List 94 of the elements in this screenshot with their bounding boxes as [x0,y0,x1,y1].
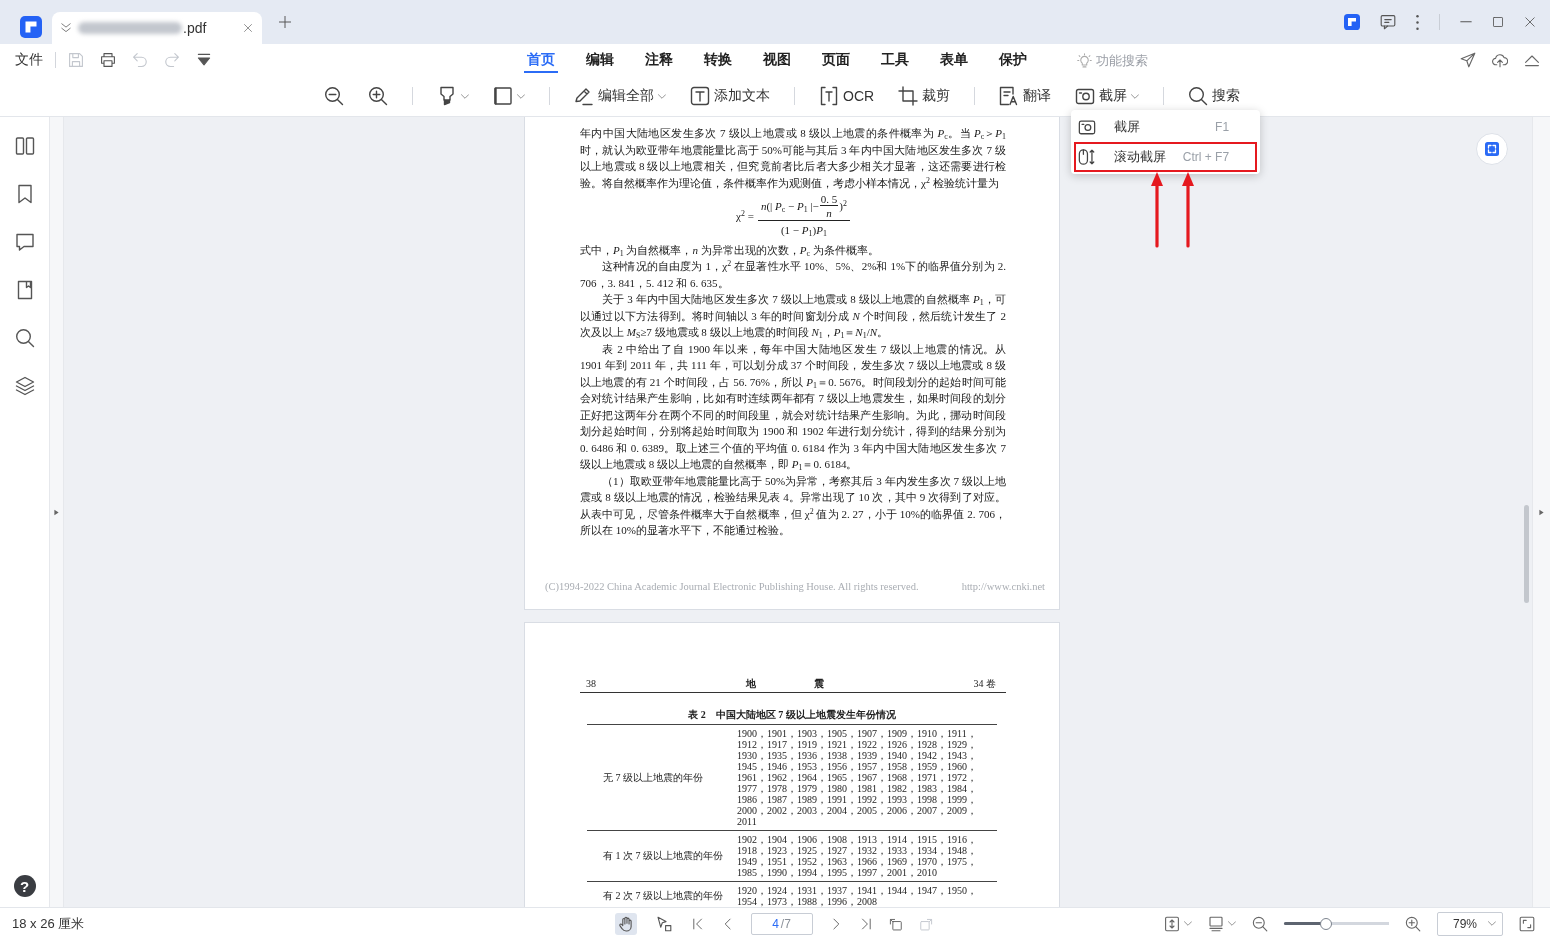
zoom-level-field[interactable]: 79% [1437,911,1503,936]
camera-icon [1078,118,1097,136]
paragraph-text: 表 2 中给出了自 1900 年以来，每年中国大陆地区发生 7 级以上地震的情况。从 1901 年到 2011 年，共 111 年，可以划分成 37 个时间段，发生多次 7 级以上地震或 8 级以上地震的有 21 个时间段，占 56. 76%，所以 P$_{1}$＝0. 5676。时间段划分的起始时间可能会对统计结果产生影响，比如有时连续两年都有 7 级以上地震发生，如果时间段的划分正好把这两年分在两个不同的时间段里，就会对统计结果产生影响。为此，挪动时间段划分起始时间，分别将起始时间取为 1900 和 1902 年进行划分统计，得到的结果分别为 0. 6486 和 0. 6389。取上述三个值的平均值 0. 6184 作为 3 年内中国大陆地区发生多次 7 级以上地震或 8 级以上地震的自然概率，即 P$_{1}$＝0. 6184。 [580,341,1006,473]
add-text-button[interactable]: 添加文本 [690,82,770,110]
printer-icon[interactable] [100,52,116,68]
camera-icon [1075,86,1096,106]
zoom-slider-thumb[interactable] [1320,917,1332,930]
menu-item[interactable]: 滚动截屏 Ctrl + F7 [1074,142,1258,172]
rotate-left-icon[interactable] [888,916,903,931]
cloud-upload-icon[interactable] [1492,52,1508,68]
menu-item[interactable]: 截屏 F1 [1074,112,1258,142]
file-tab[interactable]: .pdf [52,12,262,44]
search-button[interactable]: 搜索 [1188,82,1241,110]
paragraph-text: 关于 3 年内中国大陆地区发生多次 7 级以上地震或 8 级以上地震的自然概率 P$_{1}$，可以通过以下方法得到。将时间轴以 3 年的时间窗划分成 N 个时间段，然后统计发生了 2 次及以上 M$_{S}$≥7 级地震或 8 级以上地震的时间段 N$_{1}$，P$_{1}$＝N$_{1}$/N。 [580,292,1006,341]
hand-tool-button[interactable] [614,912,637,935]
menu-tab[interactable]: 视图 [760,47,794,73]
translate-button[interactable]: 翻译 [999,82,1052,110]
menu-tab[interactable]: 保护 [996,47,1030,73]
rectangle-icon [493,86,513,106]
comment-icon[interactable] [14,232,35,252]
zoom-out-icon[interactable] [324,86,344,106]
maximize-icon[interactable] [1492,16,1504,28]
search-icon[interactable] [14,328,35,348]
zoom-out-icon[interactable] [1252,915,1268,932]
chat-bubble-icon[interactable] [1380,14,1396,30]
paragraph-text: 式中，P$_{1}$ 为自然概率，n 为异常出现的次数，P$_{c}$ 为条件概率。 [580,242,880,258]
table-cell-text: 1902，1904，1906，1908，1913，1914，1915，1916，1918，1923，1925，1927，1932，1933，1934，1948，1949，1951，1952，1963，1966，1969，1970，1975，1985，1990，1994，1995，1997，2001，2010 [737,834,978,878]
expand-triangle-icon[interactable] [54,508,59,516]
zoom-in-icon[interactable] [368,86,388,106]
menu-tab[interactable]: 转换 [701,47,735,73]
more-options-icon[interactable] [1416,14,1419,30]
table-cell-text: 1920，1924，1931，1937，1941，1944，1947，1950，1954，1973，1988，1996，2008 [737,885,978,907]
paragraph-text: （1）取欧亚带年地震能量比高于 50%为异常，考察其后 3 年内发生多次 7 级以上地震或 8 级以上地震的情况，检验结果见表 4。异常出现了 10 次，其中 9 次得到了对应。从表中可见，尽管条件概率大于自然概率，但 χ$^{2}$ 值为 2. 27，小于 10%的临界值 2. 706，所以在 10%的显著水平下，不能通过检验。 [580,473,1006,538]
page-size-label: 18 x 26 厘米 [12,914,85,933]
table-cell-text: 1900，1901，1903，1905，1907，1909，1910，1911，1912，1917，1919，1921，1922，1926，1928，1929，1930，1935，1936，1938，1939，1940，1942，1943，1945，1946，1953，1956，1957，1958，1959，1960，1961，1962，1964，1965，1967，1968，1971，1972，1977，1978，1979，1980，1981，1982，1983，1984，1986，1987，1989，1991，1992，1993，1998，1999，2000，2002，2003，2004，2005，2006，2007，2009，2011 [737,728,978,827]
ocr-button[interactable]: OCR [819,82,875,110]
expand-triangle-icon[interactable] [1539,508,1544,516]
translate-icon [999,86,1020,106]
help-button[interactable]: ? [13,875,36,897]
volume-label: 34 卷 [973,678,996,690]
file-menu[interactable]: 文件 [15,51,43,69]
page-layout-icon [1208,915,1224,932]
page-number: 38 [586,678,596,690]
thumbnails-icon[interactable] [14,136,35,156]
paper-plane-icon[interactable] [1460,52,1476,68]
fit-page-icon [1164,915,1180,932]
dropdown-triangle-icon[interactable] [196,52,212,68]
fit-page-dropdown[interactable] [1164,915,1192,932]
table-row-label: 有 2 次 7 级以上地震的年份 [602,889,724,903]
menu-tab[interactable]: 表单 [937,47,971,73]
feature-search-field[interactable]: 功能搜索 [1077,52,1160,68]
table-row-label: 有 1 次 7 级以上地震的年份 [602,849,724,863]
pen-icon [574,86,594,106]
menu-tab[interactable]: 工具 [878,47,912,73]
close-icon[interactable] [243,23,253,33]
mouse-scroll-icon [1078,148,1097,166]
footer-url: http://www.cnki.net [961,581,1045,592]
app-logo-icon [20,16,42,38]
edit-all-button[interactable]: 编辑全部 [574,82,666,110]
screenshot-button[interactable]: 截屏 [1075,82,1140,110]
crop-button[interactable]: 裁剪 [898,82,951,110]
app-logo-icon[interactable] [1344,14,1360,30]
hand-icon [617,915,634,932]
crop-icon [898,86,919,106]
zoom-in-icon[interactable] [1405,915,1421,932]
page-number-field[interactable]: 4 /7 [750,912,813,935]
menu-tab[interactable]: 编辑 [583,47,617,73]
page-layout-dropdown[interactable] [1208,915,1236,932]
double-chevron-icon[interactable] [60,22,72,34]
highlighter-icon [437,86,457,106]
menu-tab[interactable]: 注释 [642,47,676,73]
close-icon[interactable] [1524,16,1536,28]
caret-icon [1184,921,1192,926]
lightbulb-icon [1077,52,1092,68]
table-caption: 表 2 中国大陆地区 7 级以上地震发生年份情况 [688,709,896,721]
menu-tab[interactable]: 页面 [819,47,853,73]
table-row-label: 无 7 级以上地震的年份 [602,770,704,785]
caret-icon [1488,921,1496,926]
caret-icon [1228,921,1236,926]
layers-icon[interactable] [14,376,35,396]
chevron-bar-left-icon[interactable] [690,916,705,931]
search-icon [1188,86,1209,106]
text-scan-icon [819,86,839,106]
paragraph-text: 年内中国大陆地区发生多次 7 级以上地震或 8 级以上地震的条件概率为 P$_{c}$。当 P$_{c}$＞P$_{1}$ 时，就认为欧亚带年地震能量比高于 50%可能与其后 3 年内中国大陆地区发生多次 7 级以上地震或 8 级以上地震相关，但究竟前者比后者大多少相关才显著，这还需要进行检验。将自然概率作为理论值，条件概率作为观测值，考虑小样本情况，χ$^{2}$ 检验统计量为 [580,126,1006,191]
fullscreen-icon[interactable] [1519,915,1535,932]
scrollbar-thumb[interactable] [1523,505,1529,603]
pointer-icon [655,915,672,932]
minimize-icon[interactable] [1460,21,1472,23]
paragraph-text: 这种情况的自由度为 1，χ$^{2}$ 在显著性水平 10%、5%、2%和 1%下的临界值分别为 2. 706，3. 841，5. 412 和 6. 635。 [580,258,1006,291]
copyright-notice: (C)1994-2022 China Academic Journal Electronic Publishing House. All rights reserved. [545,581,919,592]
menu-tab[interactable]: 首页 [524,47,558,73]
journal-title: 地 震 [745,678,824,690]
text-box-icon [690,86,710,106]
capture-tool-icon[interactable] [1476,133,1508,165]
